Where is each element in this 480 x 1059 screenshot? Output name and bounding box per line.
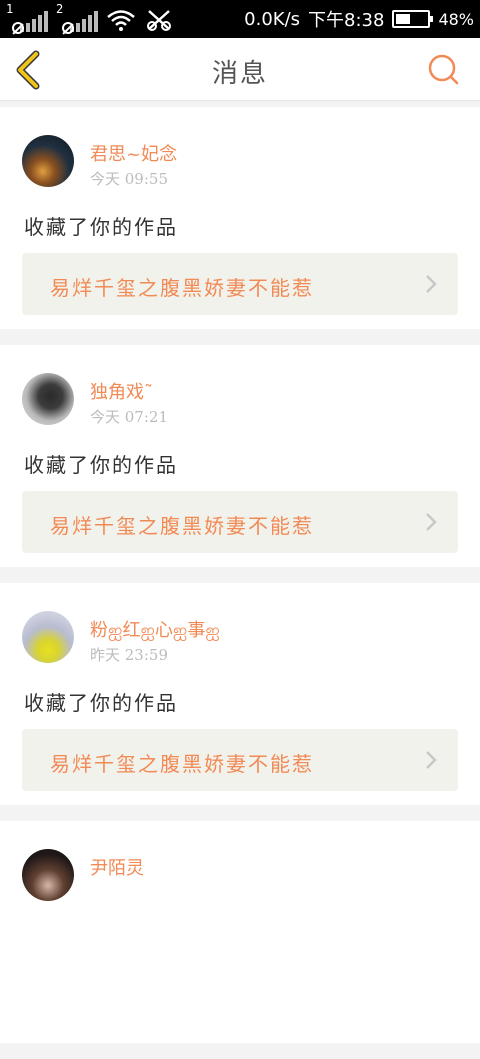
chevron-right-icon [426, 751, 437, 769]
status-bar: 1 2 0.0K/s 下午8:38 48% [0, 0, 480, 38]
work-link[interactable]: 易烊千玺之腹黑娇妻不能惹 [22, 491, 458, 553]
work-link[interactable]: 易烊千玺之腹黑娇妻不能惹 [22, 729, 458, 791]
message-action: 收藏了你的作品 [24, 453, 178, 477]
net-speed: 0.0K/s [244, 8, 301, 30]
work-link[interactable]: 易烊千玺之腹黑娇妻不能惹 [22, 253, 458, 315]
work-title: 易烊千玺之腹黑娇妻不能惹 [50, 514, 314, 538]
user-name[interactable]: 君思~妃念 [90, 140, 177, 166]
avatar[interactable] [22, 135, 74, 187]
message-time: 昨天 23:59 [90, 646, 168, 664]
search-icon[interactable] [424, 50, 464, 90]
message-list: 君思~妃念 今天 09:55 收藏了你的作品 易烊千玺之腹黑娇妻不能惹 独角戏˜… [0, 101, 480, 1059]
message-card[interactable]: 尹陌灵 [0, 821, 480, 1043]
work-title: 易烊千玺之腹黑娇妻不能惹 [50, 276, 314, 300]
usb-debug-icon [147, 10, 171, 31]
work-title: 易烊千玺之腹黑娇妻不能惹 [50, 752, 314, 776]
chevron-right-icon [426, 275, 437, 293]
signal-1-icon: 1 [6, 2, 48, 34]
message-action: 收藏了你的作品 [24, 215, 178, 239]
user-name[interactable]: 粉ஐ红ஐ心ஐ事ஐ [90, 616, 220, 643]
user-name[interactable]: 独角戏˜ [90, 378, 153, 404]
message-time: 今天 09:55 [90, 170, 168, 188]
avatar[interactable] [22, 849, 74, 901]
user-name[interactable]: 尹陌灵 [90, 854, 144, 880]
wifi-icon [107, 10, 135, 31]
message-time: 今天 07:21 [90, 408, 168, 426]
status-bar-right: 0.0K/s 下午8:38 48% [244, 6, 474, 32]
message-card[interactable]: 独角戏˜ 今天 07:21 收藏了你的作品 易烊千玺之腹黑娇妻不能惹 [0, 345, 480, 567]
sim1-label: 1 [6, 2, 14, 16]
clock: 下午8:38 [308, 10, 385, 31]
battery-icon [392, 10, 434, 28]
chevron-right-icon [426, 513, 437, 531]
page-title: 消息 [211, 59, 268, 89]
status-bar-left: 1 2 [6, 2, 172, 34]
avatar[interactable] [22, 611, 74, 663]
message-card[interactable]: 粉ஐ红ஐ心ஐ事ஐ 昨天 23:59 收藏了你的作品 易烊千玺之腹黑娇妻不能惹 [0, 583, 480, 805]
sim2-label: 2 [56, 2, 64, 16]
battery-text: 48% [438, 9, 474, 29]
signal-2-icon: 2 [56, 2, 98, 34]
app-header: 消息 [0, 38, 480, 101]
message-action: 收藏了你的作品 [24, 691, 178, 715]
message-card[interactable]: 君思~妃念 今天 09:55 收藏了你的作品 易烊千玺之腹黑娇妻不能惹 [0, 107, 480, 329]
avatar[interactable] [22, 373, 74, 425]
